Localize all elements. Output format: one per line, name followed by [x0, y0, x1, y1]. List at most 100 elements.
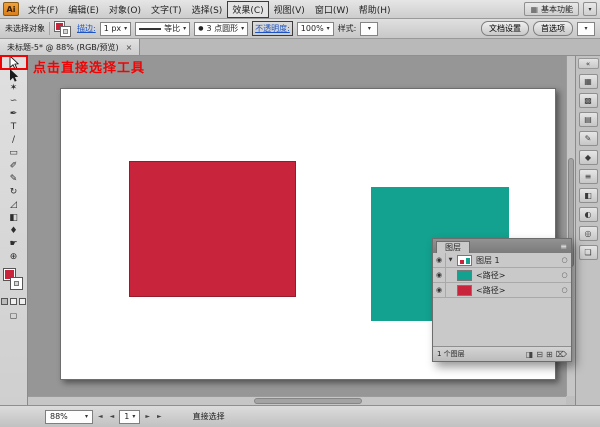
horizontal-scrollbar[interactable] — [28, 396, 566, 405]
appearance-swatches — [54, 21, 73, 37]
red-rectangle-shape[interactable] — [129, 161, 296, 297]
prev-artboard-button[interactable]: ◄ — [108, 413, 117, 420]
close-icon[interactable]: × — [126, 43, 133, 52]
menu-view[interactable]: 视图(V) — [269, 1, 310, 18]
expand-triangle-icon[interactable]: ▼ — [446, 257, 455, 263]
eyedropper-icon: ♦ — [9, 227, 17, 236]
preferences-button[interactable]: 首选项 — [533, 21, 573, 36]
style-select[interactable]: ▾ — [360, 22, 378, 36]
new-layer-icon[interactable]: ⊞ — [546, 350, 553, 359]
width-profile-select[interactable]: 等比 ▾ — [135, 22, 190, 36]
new-sublayer-icon[interactable]: ⊟ — [536, 350, 543, 359]
draw-normal-mode-button[interactable] — [1, 298, 8, 305]
menu-object[interactable]: 对象(O) — [104, 1, 146, 18]
screen-mode-button[interactable]: ▢ — [1, 309, 27, 322]
layers-panel: 图层 ≡ ◉ ▼ 图层 1 ○ ◉ <路径> ○ ◉ <路径> ○ — [432, 238, 572, 362]
stroke-panel-link[interactable]: 描边: — [77, 23, 96, 34]
gradient-tool[interactable]: ◧ — [1, 212, 27, 225]
color-guide-panel-button[interactable]: ▩ — [579, 93, 598, 108]
menu-effect[interactable]: 效果(C) — [227, 1, 268, 18]
opacity-panel-link[interactable]: 不透明度: — [252, 21, 293, 36]
menu-window[interactable]: 窗口(W) — [310, 1, 354, 18]
stroke-color-swatch[interactable] — [10, 277, 23, 290]
visibility-eye-icon[interactable]: ◉ — [433, 253, 446, 267]
menu-type[interactable]: 文字(T) — [146, 1, 187, 18]
panel-dock: « ▦ ▩ ▤ ✎ ◆ ≡ ◧ ◐ ◎ ❏ — [575, 56, 600, 405]
color-panel-button[interactable]: ▦ — [579, 74, 598, 89]
lasso-tool[interactable]: ∽ — [1, 95, 27, 108]
rotate-tool[interactable]: ↻ — [1, 186, 27, 199]
document-tab-bar: 未标题-5* @ 88% (RGB/预览) × — [0, 39, 600, 56]
appearance-panel-button[interactable]: ◎ — [579, 226, 598, 241]
type-tool[interactable]: T — [1, 121, 27, 134]
pen-tool[interactable]: ✒ — [1, 108, 27, 121]
last-artboard-button[interactable]: ► — [155, 413, 164, 420]
artboard-number-select[interactable]: 1 ▾ — [119, 410, 140, 424]
symbols-panel-button[interactable]: ◆ — [579, 150, 598, 165]
scale-tool[interactable]: ◿ — [1, 199, 27, 212]
document-setup-button[interactable]: 文档设置 — [481, 21, 529, 36]
stroke-weight-select[interactable]: 1 px ▾ — [100, 22, 131, 36]
layer-row-path-red[interactable]: ◉ <路径> ○ — [433, 283, 571, 298]
draw-inside-mode-button[interactable] — [19, 298, 26, 305]
zoom-tool[interactable]: ⊕ — [1, 251, 27, 264]
target-circle-icon[interactable]: ○ — [558, 256, 571, 264]
scale-icon: ◿ — [10, 201, 17, 210]
chevron-down-icon: ▾ — [132, 413, 135, 420]
target-circle-icon[interactable]: ○ — [558, 271, 571, 279]
magic-wand-tool[interactable]: ✶ — [1, 82, 27, 95]
clipping-mask-icon[interactable]: ◨ — [526, 350, 534, 359]
menu-extra-dropdown[interactable]: ▾ — [583, 2, 597, 16]
layers-tab[interactable]: 图层 — [436, 241, 470, 253]
paintbrush-tool[interactable]: ✐ — [1, 160, 27, 173]
delete-layer-icon[interactable]: ⌦ — [556, 350, 567, 359]
gradient-panel-button[interactable]: ◧ — [579, 188, 598, 203]
target-circle-icon[interactable]: ○ — [558, 286, 571, 294]
layer-row-path-teal[interactable]: ◉ <路径> ○ — [433, 268, 571, 283]
layers-panel-button[interactable]: ❏ — [579, 245, 598, 260]
line-segment-tool[interactable]: ∕ — [1, 134, 27, 147]
transparency-panel-button[interactable]: ◐ — [579, 207, 598, 222]
menu-select[interactable]: 选择(S) — [187, 1, 228, 18]
layers-panel-header[interactable]: 图层 ≡ — [433, 239, 571, 253]
pencil-tool[interactable]: ✎ — [1, 173, 27, 186]
brush-select[interactable]: ● 3 点圆形 ▾ — [194, 22, 248, 36]
menu-file[interactable]: 文件(F) — [23, 1, 63, 18]
control-panel-menu[interactable]: ▾ — [577, 22, 595, 36]
menu-edit[interactable]: 编辑(E) — [63, 1, 104, 18]
visibility-eye-icon[interactable]: ◉ — [433, 283, 446, 297]
layer-name[interactable]: 图层 1 — [474, 255, 558, 266]
workspace-label: 基本功能 — [541, 4, 573, 15]
layers-panel-icon: ❏ — [584, 248, 591, 257]
layer-row-layer1[interactable]: ◉ ▼ 图层 1 ○ — [433, 253, 571, 268]
rotate-icon: ↻ — [10, 188, 18, 197]
menu-help[interactable]: 帮助(H) — [354, 1, 396, 18]
draw-behind-mode-button[interactable] — [10, 298, 17, 305]
zoom-level-select[interactable]: 88% ▾ — [45, 410, 93, 424]
swatches-panel-button[interactable]: ▤ — [579, 112, 598, 127]
visibility-eye-icon[interactable]: ◉ — [433, 268, 446, 282]
brushes-panel-button[interactable]: ✎ — [579, 131, 598, 146]
first-artboard-button[interactable]: ◄ — [96, 413, 105, 420]
direct-selection-tool[interactable] — [1, 56, 27, 69]
document-tab[interactable]: 未标题-5* @ 88% (RGB/预览) × — [0, 39, 140, 55]
path-name[interactable]: <路径> — [474, 270, 558, 281]
zoom-icon: ⊕ — [10, 253, 18, 262]
stroke-panel-button[interactable]: ≡ — [579, 169, 598, 184]
selection-tool[interactable] — [1, 69, 27, 82]
panel-menu-icon[interactable]: ≡ — [560, 243, 567, 251]
workspace-switcher[interactable]: ▦ 基本功能 — [524, 2, 579, 16]
stroke-swatch-mini[interactable] — [60, 26, 71, 37]
layers-empty-area — [433, 298, 571, 346]
expand-panels-button[interactable]: « — [578, 58, 599, 69]
opacity-select[interactable]: 100% ▾ — [297, 22, 334, 36]
path-name[interactable]: <路径> — [474, 285, 558, 296]
eyedropper-tool[interactable]: ♦ — [1, 225, 27, 238]
rectangle-tool[interactable]: ▭ — [1, 147, 27, 160]
gradient-icon: ◧ — [9, 214, 18, 223]
chevron-down-icon: ▾ — [327, 25, 330, 32]
next-artboard-button[interactable]: ► — [143, 413, 152, 420]
hand-tool[interactable]: ☛ — [1, 238, 27, 251]
chevron-down-icon: ▾ — [584, 25, 587, 32]
horizontal-scroll-thumb[interactable] — [254, 398, 362, 404]
